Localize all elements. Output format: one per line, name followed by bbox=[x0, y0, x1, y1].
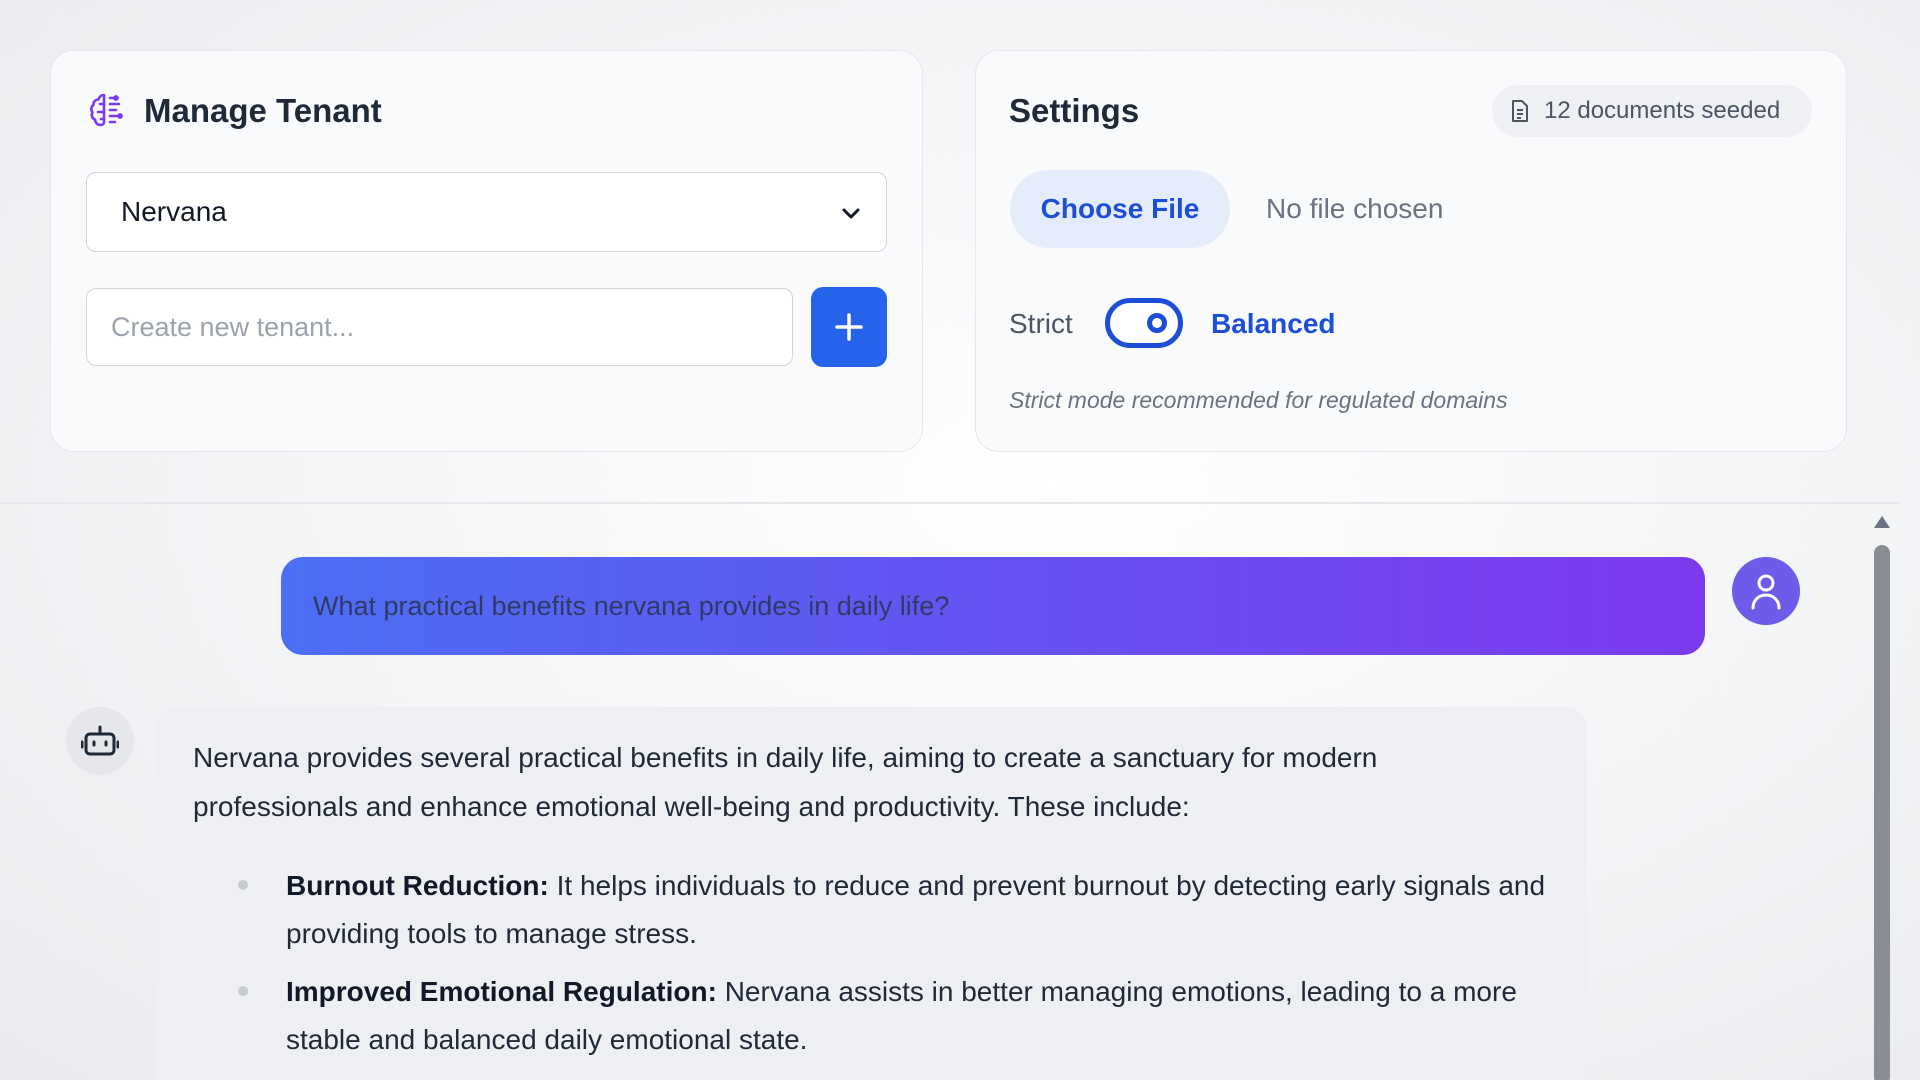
user-icon bbox=[1751, 574, 1781, 610]
mode-toggle[interactable] bbox=[1105, 298, 1183, 348]
user-message-text: What practical benefits nervana provides… bbox=[313, 590, 950, 621]
robot-icon bbox=[81, 725, 119, 756]
mode-hint-text: Strict mode recommended for regulated do… bbox=[1009, 387, 1508, 413]
mode-strict-label: Strict bbox=[1009, 308, 1073, 339]
manage-tenant-title: Manage Tenant bbox=[144, 92, 382, 129]
assistant-avatar bbox=[66, 707, 134, 775]
documents-seeded-text: 12 documents seeded bbox=[1544, 97, 1781, 124]
plus-icon bbox=[835, 313, 863, 341]
brain-icon bbox=[89, 93, 123, 127]
list-item: Burnout Reduction: It helps individuals … bbox=[193, 862, 1553, 958]
toggle-knob bbox=[1147, 313, 1167, 333]
bullet-dot bbox=[238, 986, 248, 996]
documents-seeded-badge: 12 documents seeded bbox=[1492, 85, 1812, 137]
document-icon bbox=[1512, 100, 1528, 122]
tenant-select[interactable]: Nervana bbox=[86, 172, 887, 252]
add-tenant-button[interactable] bbox=[811, 287, 887, 367]
scroll-up-arrow[interactable] bbox=[1874, 516, 1890, 528]
list-item-title: Improved Emotional Regulation: bbox=[286, 976, 717, 1007]
chevron-down-icon bbox=[842, 208, 860, 219]
assistant-intro-text: Nervana provides several practical benef… bbox=[193, 742, 1378, 822]
scrollbar-thumb[interactable] bbox=[1874, 545, 1890, 1080]
tenant-select-value: Nervana bbox=[121, 196, 227, 227]
new-tenant-input[interactable] bbox=[86, 288, 793, 366]
list-item: Improved Emotional Regulation: Nervana a… bbox=[193, 968, 1553, 1064]
assistant-benefits-list: Burnout Reduction: It helps individuals … bbox=[193, 862, 1553, 1074]
bullet-dot bbox=[238, 880, 248, 890]
choose-file-button[interactable]: Choose File bbox=[1010, 170, 1230, 248]
user-avatar bbox=[1732, 557, 1800, 625]
list-item-title: Burnout Reduction: bbox=[286, 870, 549, 901]
mode-balanced-label: Balanced bbox=[1211, 308, 1336, 339]
user-message-bubble: What practical benefits nervana provides… bbox=[281, 557, 1705, 655]
section-divider bbox=[0, 502, 1900, 504]
settings-title: Settings bbox=[1009, 92, 1140, 129]
file-status-text: No file chosen bbox=[1266, 193, 1444, 224]
